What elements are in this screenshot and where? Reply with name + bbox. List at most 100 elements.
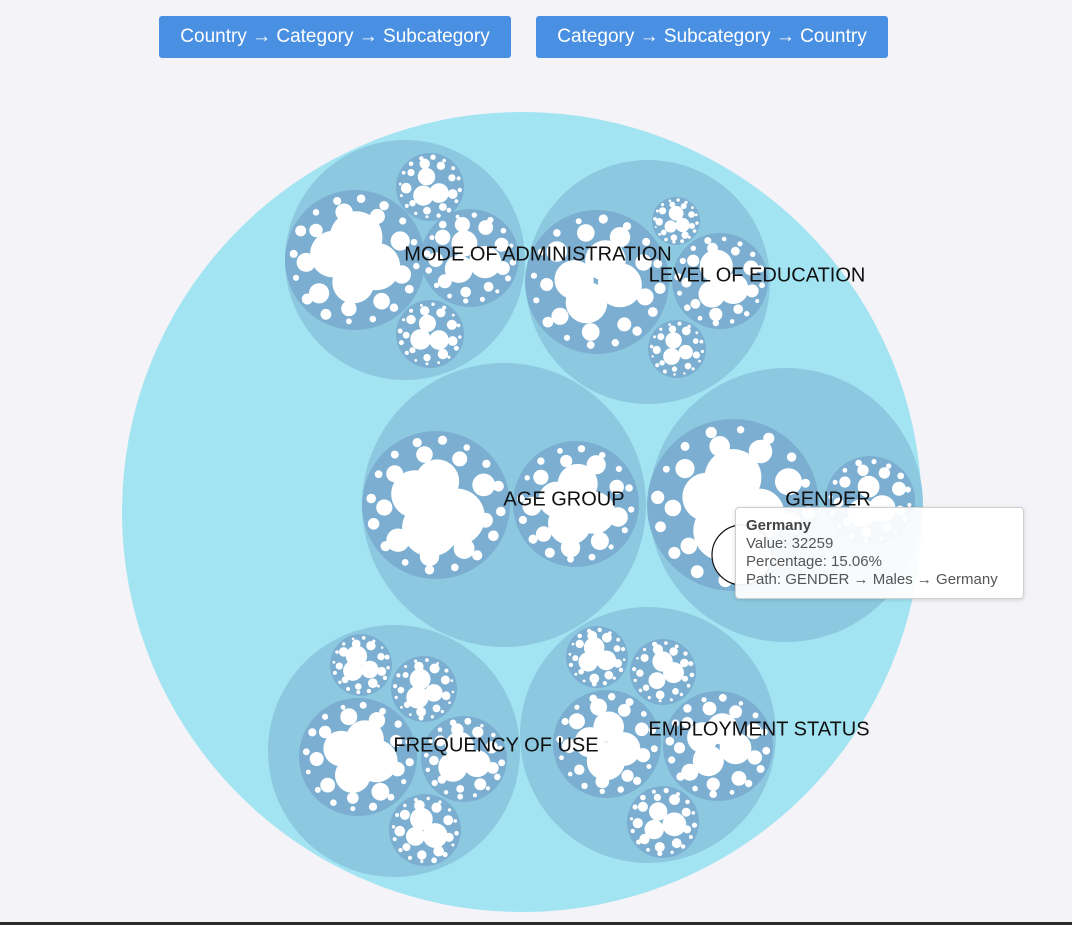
country-leaf[interactable] <box>447 189 458 199</box>
country-leaf[interactable] <box>446 207 452 213</box>
country-leaf[interactable] <box>628 506 635 513</box>
country-leaf[interactable] <box>455 214 460 219</box>
country-leaf[interactable] <box>617 317 632 332</box>
country-leaf[interactable] <box>535 526 552 542</box>
country-leaf[interactable] <box>472 793 477 798</box>
country-leaf[interactable] <box>632 667 637 672</box>
country-leaf[interactable] <box>689 223 695 229</box>
country-leaf[interactable] <box>382 675 388 681</box>
country-leaf[interactable] <box>456 323 461 328</box>
country-leaf[interactable] <box>729 319 735 324</box>
country-leaf[interactable] <box>612 676 616 680</box>
country-leaf[interactable] <box>668 205 684 221</box>
country-leaf[interactable] <box>356 194 366 203</box>
country-leaf[interactable] <box>320 777 336 793</box>
country-leaf[interactable] <box>729 705 743 719</box>
country-leaf[interactable] <box>442 158 447 163</box>
country-leaf[interactable] <box>608 631 612 635</box>
country-leaf[interactable] <box>786 452 797 462</box>
country-leaf[interactable] <box>399 194 403 198</box>
country-leaf[interactable] <box>439 203 447 211</box>
country-leaf[interactable] <box>575 218 582 225</box>
country-leaf[interactable] <box>406 314 416 325</box>
country-leaf[interactable] <box>414 211 418 216</box>
country-leaf[interactable] <box>447 293 452 299</box>
country-leaf[interactable] <box>647 307 658 317</box>
country-leaf[interactable] <box>617 786 624 793</box>
country-leaf[interactable] <box>419 156 424 161</box>
country-leaf[interactable] <box>408 161 414 167</box>
country-leaf[interactable] <box>413 185 434 206</box>
country-leaf[interactable] <box>420 306 430 316</box>
country-leaf[interactable] <box>684 304 691 312</box>
country-leaf[interactable] <box>709 790 717 798</box>
country-leaf[interactable] <box>577 633 582 639</box>
country-leaf[interactable] <box>635 722 649 737</box>
country-leaf[interactable] <box>373 292 390 310</box>
country-leaf[interactable] <box>444 668 449 673</box>
country-leaf[interactable] <box>376 684 380 688</box>
country-leaf[interactable] <box>335 650 339 654</box>
country-leaf[interactable] <box>636 748 651 763</box>
country-leaf[interactable] <box>709 307 723 321</box>
country-leaf[interactable] <box>345 645 368 667</box>
country-leaf[interactable] <box>697 315 703 321</box>
country-leaf[interactable] <box>691 822 698 828</box>
country-leaf[interactable] <box>436 662 440 665</box>
country-leaf[interactable] <box>690 245 696 251</box>
country-leaf[interactable] <box>583 637 605 658</box>
country-leaf[interactable] <box>404 665 408 668</box>
country-leaf[interactable] <box>659 207 667 215</box>
country-leaf[interactable] <box>404 203 409 208</box>
country-leaf[interactable] <box>386 465 404 483</box>
country-leaf[interactable] <box>871 459 877 465</box>
country-leaf[interactable] <box>399 809 410 820</box>
country-leaf[interactable] <box>431 779 438 787</box>
country-leaf[interactable] <box>479 296 485 302</box>
country-leaf[interactable] <box>402 331 410 339</box>
country-leaf[interactable] <box>668 325 677 333</box>
country-leaf[interactable] <box>464 717 472 725</box>
country-leaf[interactable] <box>586 628 592 634</box>
country-leaf[interactable] <box>611 339 619 347</box>
country-leaf[interactable] <box>613 659 623 668</box>
country-leaf[interactable] <box>582 679 586 683</box>
country-leaf[interactable] <box>672 688 679 695</box>
country-leaf[interactable] <box>640 654 649 662</box>
country-leaf[interactable] <box>346 318 352 325</box>
country-leaf[interactable] <box>560 454 573 468</box>
country-leaf[interactable] <box>591 681 597 687</box>
country-leaf[interactable] <box>401 170 406 175</box>
country-leaf[interactable] <box>391 825 396 829</box>
country-leaf[interactable] <box>410 807 433 831</box>
country-leaf[interactable] <box>646 848 650 852</box>
country-leaf[interactable] <box>664 220 677 233</box>
country-leaf[interactable] <box>451 690 455 694</box>
country-leaf[interactable] <box>443 790 449 795</box>
country-leaf[interactable] <box>692 785 698 792</box>
country-leaf[interactable] <box>597 627 602 633</box>
country-leaf[interactable] <box>690 298 701 309</box>
country-leaf[interactable] <box>604 670 614 680</box>
country-leaf[interactable] <box>676 198 680 202</box>
country-leaf[interactable] <box>664 641 668 645</box>
country-leaf[interactable] <box>369 208 385 224</box>
country-leaf[interactable] <box>367 518 380 530</box>
country-leaf[interactable] <box>669 647 678 656</box>
country-leaf[interactable] <box>598 214 608 224</box>
country-leaf[interactable] <box>402 318 406 322</box>
country-leaf[interactable] <box>737 241 743 247</box>
country-leaf[interactable] <box>308 728 317 737</box>
country-leaf[interactable] <box>621 647 626 652</box>
country-leaf[interactable] <box>636 288 654 306</box>
country-leaf[interactable] <box>432 704 441 713</box>
country-leaf[interactable] <box>390 450 399 459</box>
country-leaf[interactable] <box>886 463 892 469</box>
country-leaf[interactable] <box>608 693 616 701</box>
country-leaf[interactable] <box>407 169 415 177</box>
country-leaf[interactable] <box>456 785 465 793</box>
country-leaf[interactable] <box>588 553 596 561</box>
country-leaf[interactable] <box>663 787 669 794</box>
country-leaf[interactable] <box>581 323 600 341</box>
country-leaf[interactable] <box>684 200 688 205</box>
